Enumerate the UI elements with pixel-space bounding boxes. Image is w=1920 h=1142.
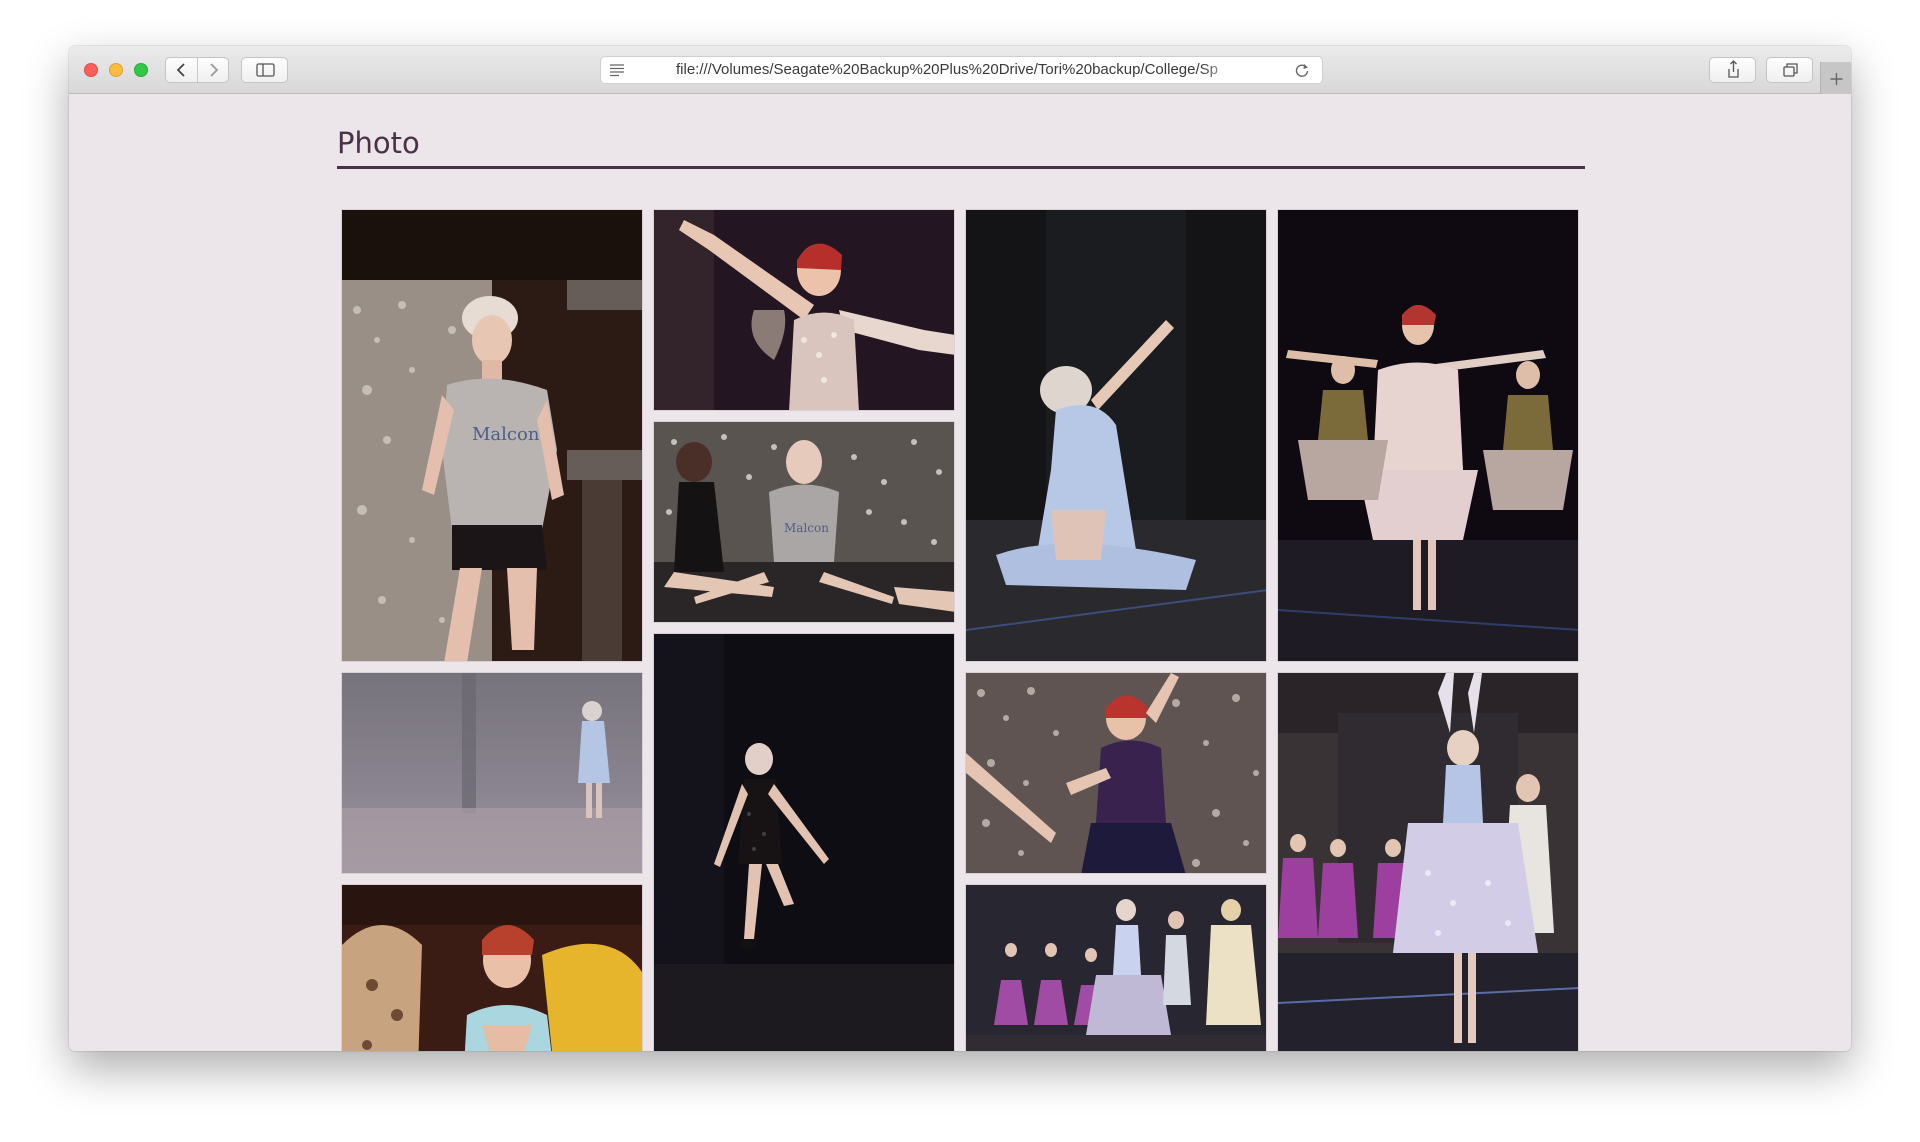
dancer-photo-image: Malcon xyxy=(342,210,642,661)
title-underline xyxy=(337,166,1585,169)
reader-view-icon[interactable] xyxy=(609,63,625,77)
share-icon xyxy=(1728,60,1739,78)
gallery-photo-7[interactable] xyxy=(653,633,955,1051)
plus-icon xyxy=(1830,73,1843,85)
gallery-photo-9[interactable] xyxy=(1277,672,1579,1051)
gallery-photo-3[interactable]: Malcon xyxy=(653,421,955,623)
gallery-photo-11[interactable] xyxy=(965,884,1267,1051)
reload-icon[interactable] xyxy=(1294,62,1310,78)
address-bar[interactable]: file:///Volumes/Seagate%20Backup%20Plus%… xyxy=(600,56,1323,84)
zoom-window-button[interactable] xyxy=(134,63,148,77)
gallery-photo-1[interactable]: Malcon xyxy=(341,209,643,662)
gallery-photo-8[interactable] xyxy=(965,672,1267,874)
gallery-photo-5[interactable] xyxy=(1277,209,1579,662)
dancer-photo-image xyxy=(342,673,642,873)
gallery-photo-4[interactable] xyxy=(965,209,1267,662)
show-tabs-button[interactable] xyxy=(1766,57,1813,83)
dancer-photo-image xyxy=(1278,673,1578,1051)
dancer-photo-image xyxy=(966,210,1266,661)
dancer-photo-image xyxy=(342,885,642,1051)
dancer-photo-image xyxy=(966,885,1266,1051)
dancer-photo-image: Malcon xyxy=(654,422,954,622)
dancer-photo-image xyxy=(1278,210,1578,661)
minimize-window-button[interactable] xyxy=(109,63,123,77)
gallery-photo-6[interactable] xyxy=(341,672,643,874)
share-button[interactable] xyxy=(1709,57,1756,83)
sidebar-icon xyxy=(256,63,275,77)
new-tab-button[interactable] xyxy=(1820,62,1851,94)
url-text[interactable]: file:///Volumes/Seagate%20Backup%20Plus%… xyxy=(676,61,1241,79)
forward-button[interactable] xyxy=(198,58,229,82)
back-button[interactable] xyxy=(166,58,197,82)
svg-text:Malcon: Malcon xyxy=(472,424,540,445)
page-title: Photo xyxy=(337,126,420,160)
dancer-photo-image xyxy=(654,634,954,1051)
tabs-overview-icon xyxy=(1783,63,1798,77)
gallery-photo-10[interactable] xyxy=(341,884,643,1051)
close-window-button[interactable] xyxy=(84,63,98,77)
dancer-photo-image xyxy=(966,673,1266,873)
page-content: Photo Malcon Malcon xyxy=(69,94,1851,1051)
chevron-right-icon xyxy=(210,63,219,77)
chevron-left-icon xyxy=(176,63,185,77)
browser-window: file:///Volumes/Seagate%20Backup%20Plus%… xyxy=(69,46,1851,1051)
svg-text:Malcon: Malcon xyxy=(784,521,829,535)
gallery-photo-2[interactable] xyxy=(653,209,955,411)
sidebar-toggle-button[interactable] xyxy=(241,57,288,83)
browser-toolbar: file:///Volumes/Seagate%20Backup%20Plus%… xyxy=(69,46,1851,94)
dancer-photo-image xyxy=(654,210,954,410)
navigation-buttons xyxy=(165,57,229,83)
